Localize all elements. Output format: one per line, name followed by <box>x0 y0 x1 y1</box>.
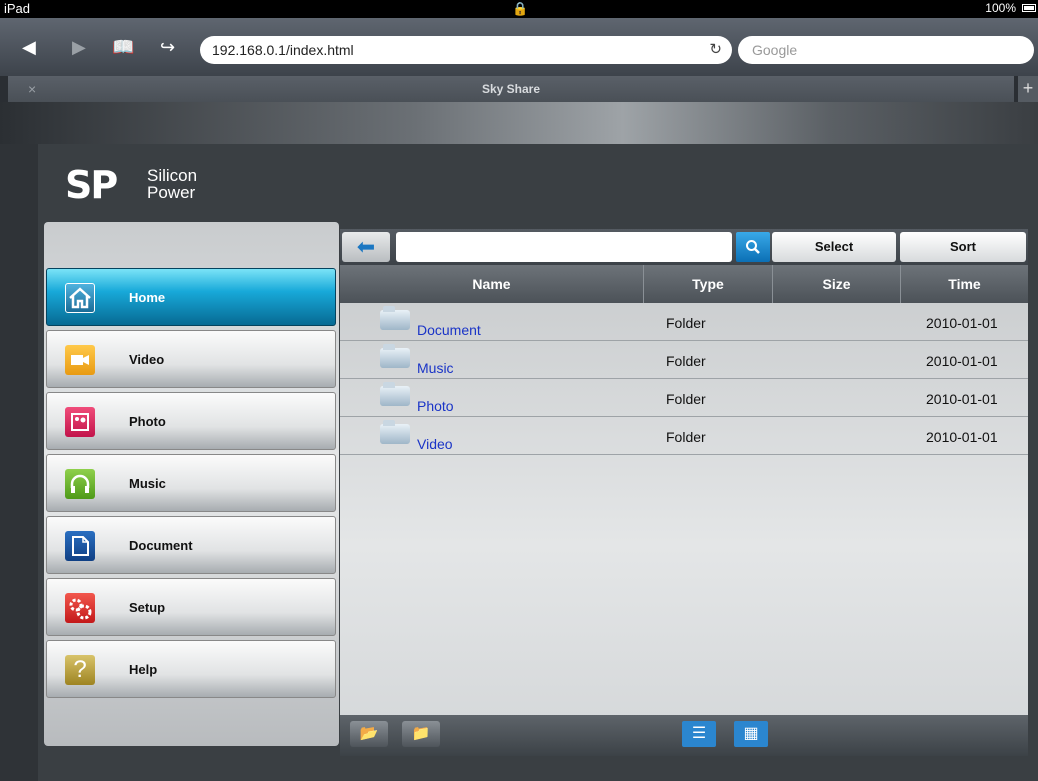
table-row[interactable]: Video Folder 2010-01-01 <box>340 417 1028 455</box>
search-icon[interactable] <box>736 232 770 262</box>
sidebar-item-label: Music <box>129 476 166 491</box>
question-icon: ? <box>65 655 95 685</box>
url-text: 192.168.0.1/index.html <box>212 42 354 58</box>
new-tab-icon[interactable]: + <box>1018 76 1038 102</box>
row-time: 2010-01-01 <box>926 429 998 445</box>
row-name-link[interactable]: Music <box>417 360 454 376</box>
battery-icon <box>1022 4 1036 12</box>
column-header-type[interactable]: Type <box>643 265 772 303</box>
headphones-icon <box>65 469 95 499</box>
sidebar-item-document[interactable]: Document <box>46 516 336 574</box>
sidebar-item-video[interactable]: Video <box>46 330 336 388</box>
status-bar: iPad 🔒 100% <box>0 0 1038 18</box>
folder-icon <box>380 344 410 368</box>
row-type: Folder <box>666 315 706 331</box>
device-label: iPad <box>4 1 31 16</box>
sidebar-item-label: Help <box>129 662 158 677</box>
grid-view-icon[interactable]: ▦ <box>734 721 768 747</box>
back-nav-icon[interactable]: ◀ <box>22 37 36 57</box>
sidebar-item-label: Photo <box>129 414 166 429</box>
share-icon[interactable]: ↪ <box>160 37 175 57</box>
sidebar-item-help[interactable]: ? Help <box>46 640 336 698</box>
sidebar-item-home[interactable]: Home <box>46 268 336 326</box>
logo-mark: SP <box>65 163 118 207</box>
reload-icon[interactable]: ↻ <box>709 36 722 64</box>
row-name-link[interactable]: Video <box>417 436 453 452</box>
bookmarks-icon[interactable]: 📖 <box>112 37 134 57</box>
logo-line1: Silicon <box>147 166 198 185</box>
search-field[interactable]: Google <box>738 36 1034 64</box>
sidebar-item-label: Document <box>129 538 193 553</box>
list-view-icon[interactable]: ☰ <box>682 721 716 747</box>
upload-folder-icon[interactable]: 📂 <box>350 721 388 747</box>
row-name-link[interactable]: Photo <box>417 398 454 414</box>
home-icon <box>65 283 95 313</box>
table-row[interactable]: Document Folder 2010-01-01 <box>340 303 1028 341</box>
url-bar[interactable]: 192.168.0.1/index.html ↻ <box>200 36 732 64</box>
row-type: Folder <box>666 353 706 369</box>
back-arrow-icon[interactable]: ⬅ <box>342 232 390 262</box>
battery-label: 100% <box>985 1 1016 15</box>
row-type: Folder <box>666 391 706 407</box>
lock-icon: 🔒 <box>512 1 529 16</box>
row-time: 2010-01-01 <box>926 315 998 331</box>
photo-icon <box>65 407 95 437</box>
column-header-time[interactable]: Time <box>900 265 1028 303</box>
folder-icon <box>380 306 410 330</box>
column-header-size[interactable]: Size <box>772 265 900 303</box>
document-icon <box>65 531 95 561</box>
page-left-edge <box>0 144 38 781</box>
logo-line2: Power <box>147 183 196 202</box>
row-time: 2010-01-01 <box>926 353 998 369</box>
gears-icon <box>65 593 95 623</box>
tab-sky-share[interactable]: × Sky Share <box>8 76 1014 102</box>
sidebar-item-music[interactable]: Music <box>46 454 336 512</box>
forward-nav-icon[interactable]: ▶ <box>72 37 86 57</box>
tab-bar: × Sky Share + <box>0 76 1038 102</box>
row-name-link[interactable]: Document <box>417 322 481 338</box>
search-input[interactable] <box>396 232 732 262</box>
row-time: 2010-01-01 <box>926 391 998 407</box>
sidebar: Home Video Photo Music Document Setup ? … <box>44 222 339 746</box>
table-header: Name Type Size Time <box>340 265 1028 303</box>
bottom-toolbar: 📂 📁 ☰ ▦ <box>340 715 1028 756</box>
table-row[interactable]: Music Folder 2010-01-01 <box>340 341 1028 379</box>
file-browser-panel: ⬅ Select Sort Name Type Size Time Docume… <box>340 229 1028 756</box>
sidebar-item-label: Home <box>129 290 166 305</box>
row-type: Folder <box>666 429 706 445</box>
folder-icon <box>380 420 410 444</box>
file-toolbar: ⬅ Select Sort <box>340 229 1028 265</box>
tab-title: Sky Share <box>481 82 541 96</box>
sort-button[interactable]: Sort <box>900 232 1026 262</box>
close-tab-icon[interactable]: × <box>28 76 36 102</box>
page-header-band <box>0 102 1038 144</box>
table-row[interactable]: Photo Folder 2010-01-01 <box>340 379 1028 417</box>
select-button[interactable]: Select <box>772 232 896 262</box>
sidebar-item-photo[interactable]: Photo <box>46 392 336 450</box>
sidebar-item-label: Setup <box>129 600 166 615</box>
video-icon <box>65 345 95 375</box>
sidebar-item-setup[interactable]: Setup <box>46 578 336 636</box>
folder-icon <box>380 382 410 406</box>
column-header-name[interactable]: Name <box>340 265 643 303</box>
sidebar-item-label: Video <box>129 352 165 367</box>
silicon-power-logo: SP Silicon Power <box>65 165 235 205</box>
browser-toolbar: ◀ ▶ 📖 ↪ 192.168.0.1/index.html ↻ Google <box>0 18 1038 76</box>
new-folder-icon[interactable]: 📁 <box>402 721 440 747</box>
